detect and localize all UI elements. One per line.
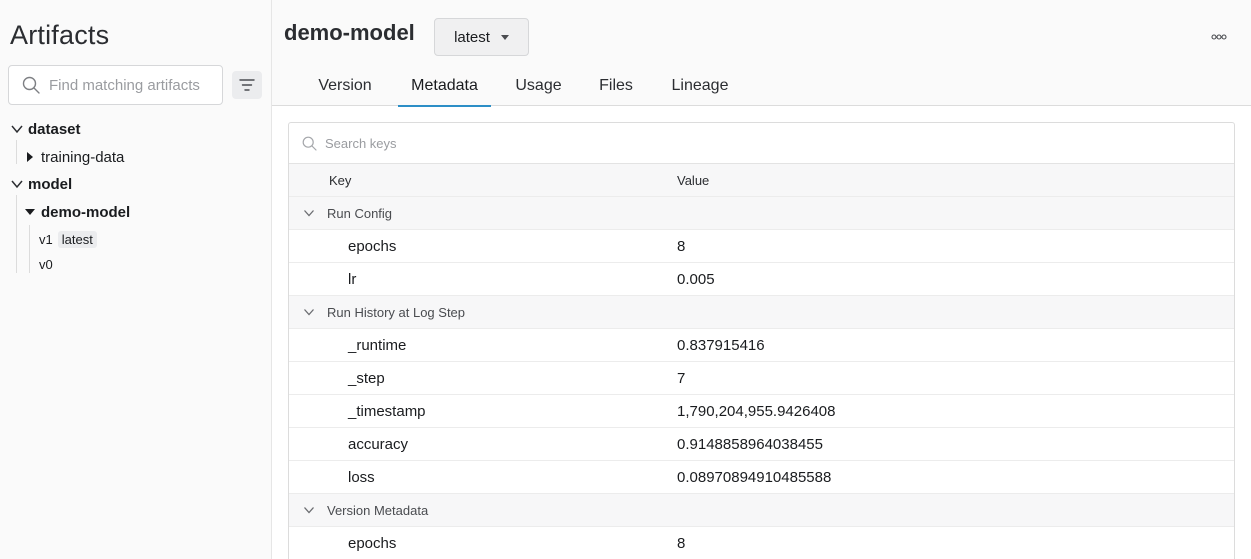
artifact-search-input[interactable] — [49, 76, 209, 94]
row-key: _runtime — [348, 336, 407, 354]
column-header-value: Value — [677, 172, 710, 188]
row-value: 0.005 — [677, 270, 715, 288]
table-row: accuracy 0.9148858964038455 — [289, 428, 1234, 461]
artifact-header: demo-model latest Version Metadata Usage… — [272, 0, 1251, 107]
table-header-row: Key Value — [289, 164, 1234, 197]
tab-lineage[interactable]: Lineage — [664, 66, 736, 106]
row-value: 7 — [677, 369, 686, 387]
table-row: _timestamp 1,790,204,955.9426408 — [289, 395, 1234, 428]
filter-icon — [239, 79, 255, 91]
search-icon — [22, 76, 40, 94]
chevron-down-icon — [304, 210, 314, 217]
row-key: epochs — [348, 237, 397, 255]
row-key: loss — [348, 468, 375, 486]
metadata-panel: Key Value Run Config epochs 8 lr 0.005 — [288, 122, 1235, 559]
group-row-run-history[interactable]: Run History at Log Step — [289, 296, 1234, 329]
sidebar-title: Artifacts — [10, 20, 110, 50]
tab-bar: Version Metadata Usage Files Lineage — [272, 66, 1251, 107]
row-value: 8 — [677, 534, 686, 552]
table-row: lr 0.005 — [289, 263, 1234, 296]
row-key: _timestamp — [348, 402, 426, 420]
main-content: demo-model latest Version Metadata Usage… — [272, 0, 1251, 559]
tree-node-training-data[interactable]: training-data — [25, 146, 124, 168]
group-label: Version Metadata — [327, 502, 429, 518]
version-label: v0 — [39, 256, 53, 272]
version-select-value: latest — [454, 28, 490, 46]
table-row: epochs 8 — [289, 230, 1234, 263]
search-icon — [302, 136, 317, 151]
artifact-search-box[interactable] — [8, 65, 223, 105]
chevron-down-icon — [304, 507, 314, 514]
row-key: accuracy — [348, 435, 409, 453]
version-label: v1 — [39, 231, 53, 247]
group-label: Run Config — [327, 205, 393, 221]
sidebar: Artifacts dataset — [0, 0, 272, 559]
table-row: _runtime 0.837915416 — [289, 329, 1234, 362]
tab-version[interactable]: Version — [307, 66, 383, 106]
more-options-button[interactable] — [1208, 30, 1230, 44]
row-value: 0.9148858964038455 — [677, 435, 823, 453]
table-row: epochs 8 — [289, 527, 1234, 559]
row-value: 0.837915416 — [677, 336, 765, 354]
tab-usage[interactable]: Usage — [507, 66, 570, 106]
group-label: Run History at Log Step — [327, 304, 466, 320]
tree-node-demo-model[interactable]: demo-model — [25, 201, 130, 223]
caret-down-icon — [500, 34, 509, 40]
row-value: 8 — [677, 237, 686, 255]
chevron-down-icon — [11, 180, 23, 189]
tree-guide-line — [16, 140, 17, 164]
tree-guide-line — [29, 225, 30, 273]
page-title: demo-model — [284, 20, 415, 45]
tree-node-label: training-data — [41, 148, 125, 166]
key-search-input[interactable] — [325, 135, 625, 151]
row-value: 0.08970894910485588 — [677, 468, 832, 486]
latest-badge: latest — [57, 230, 97, 248]
group-row-version-metadata[interactable]: Version Metadata — [289, 494, 1234, 527]
caret-right-icon — [27, 152, 33, 162]
caret-down-icon — [25, 209, 35, 215]
tree-node-label: model — [28, 175, 73, 193]
table-row: _step 7 — [289, 362, 1234, 395]
table-row: loss 0.08970894910485588 — [289, 461, 1234, 494]
version-select[interactable]: latest — [434, 18, 529, 56]
row-key: epochs — [348, 534, 397, 552]
tree-node-label: demo-model — [41, 203, 131, 221]
tree-node-model[interactable]: model — [10, 173, 72, 195]
tree-node-dataset[interactable]: dataset — [10, 118, 81, 140]
group-row-run-config[interactable]: Run Config — [289, 197, 1234, 230]
more-horizontal-icon — [1211, 34, 1227, 40]
column-header-key: Key — [329, 172, 352, 188]
key-search-box[interactable] — [289, 123, 1234, 164]
version-item-v0[interactable]: v0 — [39, 254, 53, 274]
row-key: _step — [348, 369, 385, 387]
chevron-down-icon — [304, 309, 314, 316]
chevron-down-icon — [11, 125, 23, 134]
row-value: 1,790,204,955.9426408 — [677, 402, 836, 420]
filter-button[interactable] — [232, 71, 262, 99]
version-item-v1[interactable]: v1 latest — [39, 229, 97, 249]
tab-metadata[interactable]: Metadata — [398, 66, 491, 107]
tree-node-label: dataset — [28, 120, 81, 138]
tab-files[interactable]: Files — [590, 66, 642, 106]
tree-guide-line — [16, 195, 17, 273]
row-key: lr — [348, 270, 357, 288]
